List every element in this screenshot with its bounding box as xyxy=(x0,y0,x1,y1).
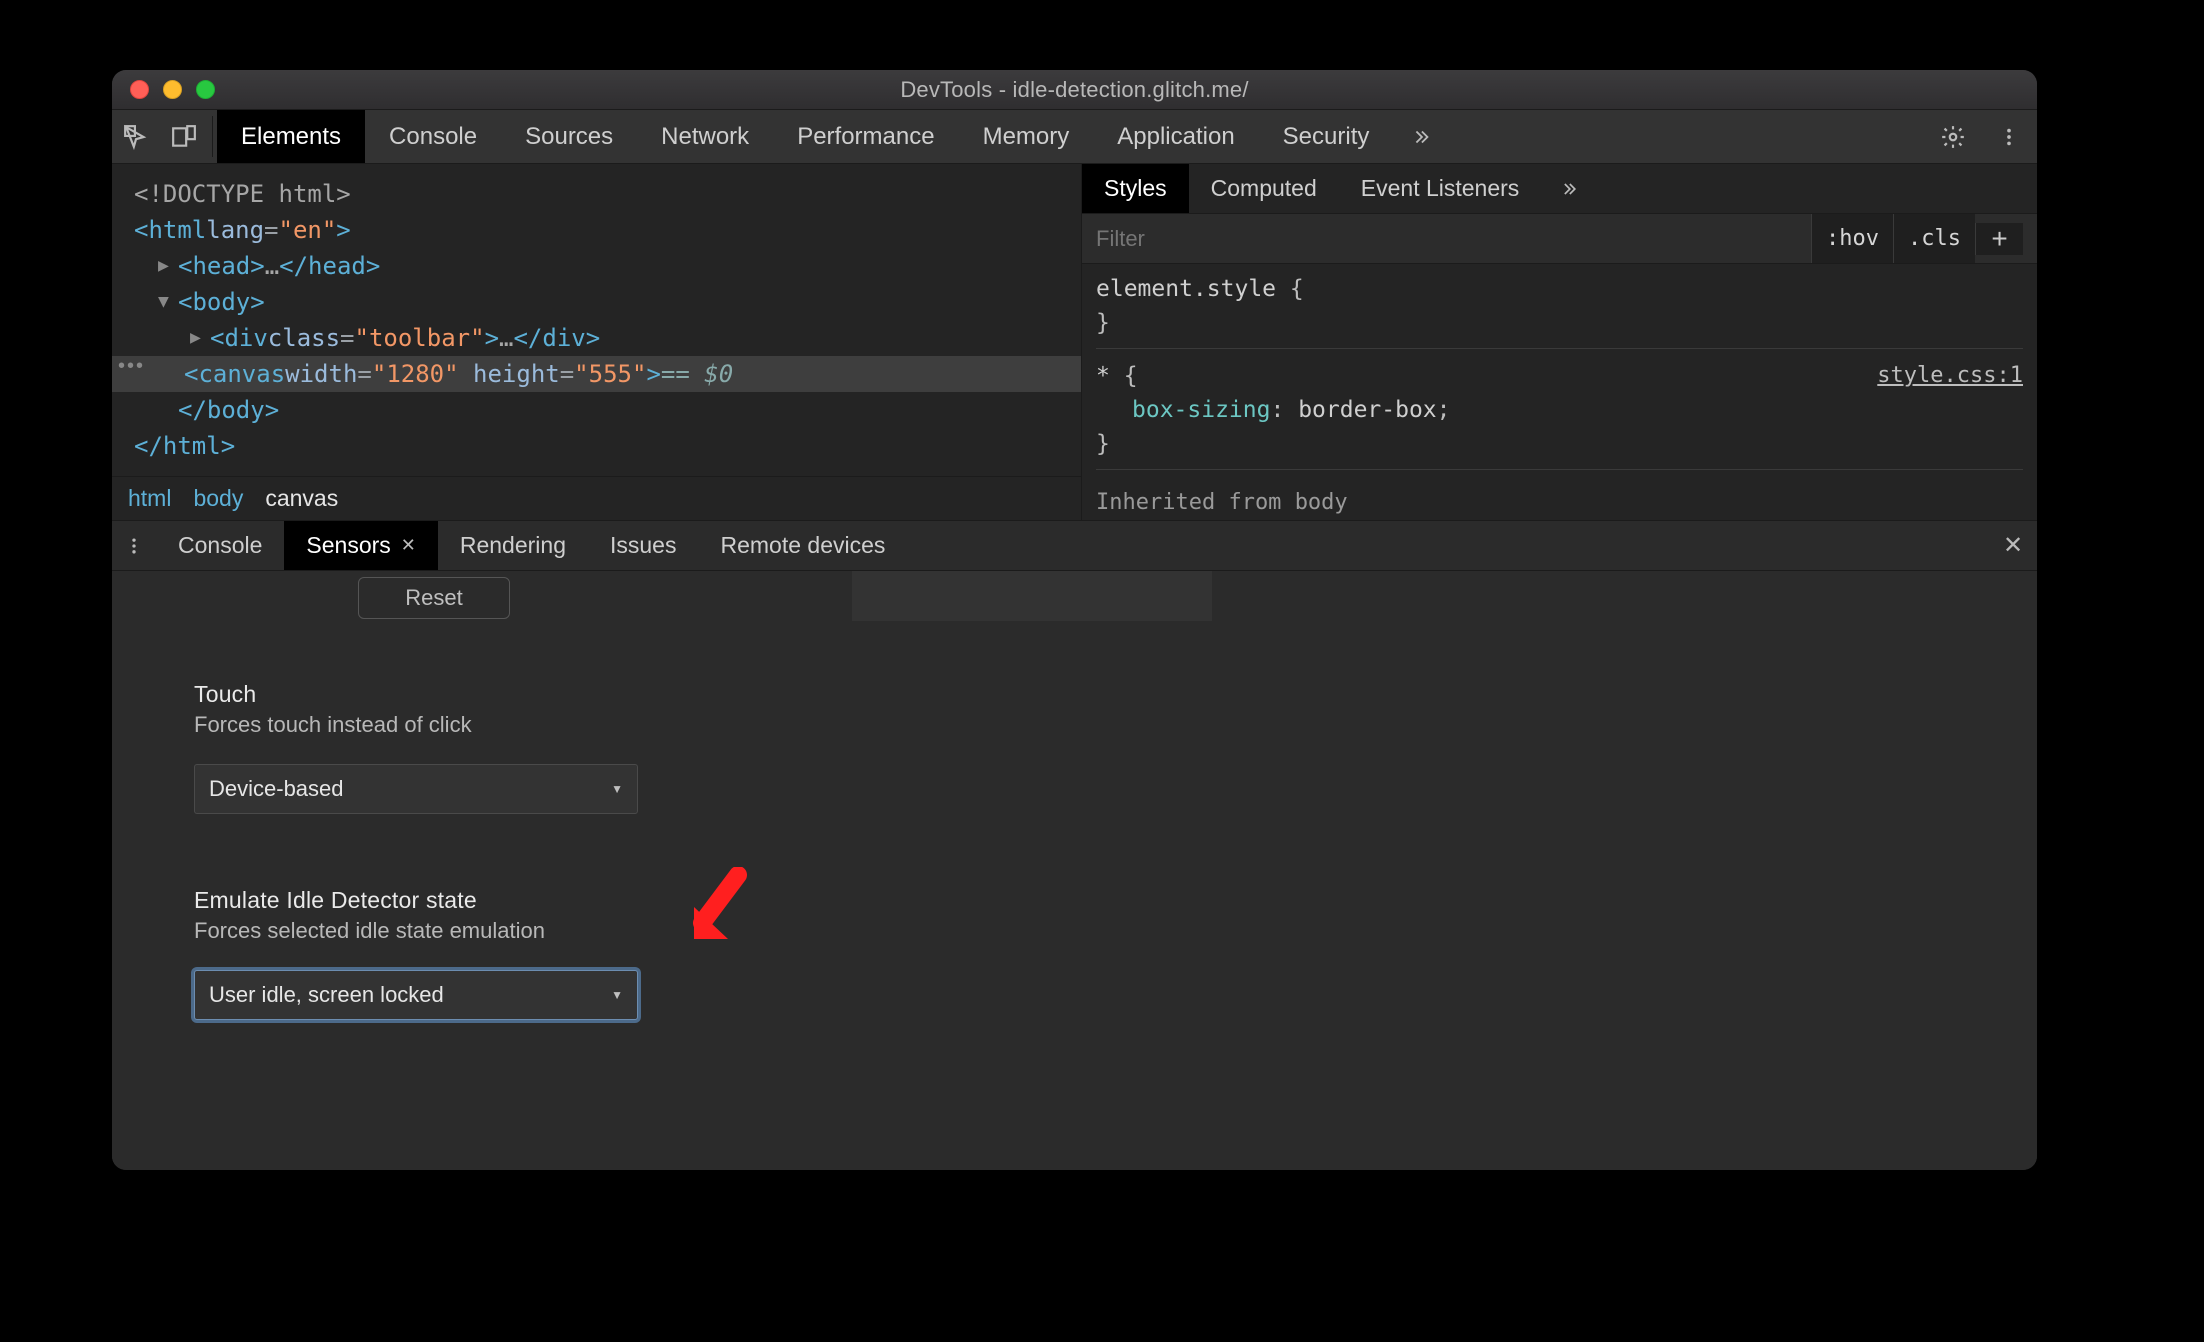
main-toolbar: Elements Console Sources Network Perform… xyxy=(112,110,2037,164)
idle-description: Forces selected idle state emulation xyxy=(194,918,638,944)
drawer-tab-sensors[interactable]: Sensors✕ xyxy=(284,521,437,570)
dom-tree-pane[interactable]: ••• <!DOCTYPE html> <html lang="en"> ▶<h… xyxy=(112,164,1082,520)
close-icon[interactable]: ✕ xyxy=(401,535,416,556)
dom-breadcrumbs: html body canvas xyxy=(112,476,1081,520)
window-titlebar: DevTools - idle-detection.glitch.me/ xyxy=(112,70,2037,110)
dom-body-open[interactable]: ▼<body> xyxy=(134,284,1071,320)
touch-select[interactable]: Device-based ▼ xyxy=(194,764,638,814)
row-overflow-dots-icon[interactable]: ••• xyxy=(118,355,145,378)
idle-state-select[interactable]: User idle, screen locked ▼ xyxy=(194,970,638,1020)
devtools-window: DevTools - idle-detection.glitch.me/ Ele… xyxy=(112,70,2037,1170)
device-mode-icon[interactable] xyxy=(160,110,208,163)
crumb-html[interactable]: html xyxy=(128,485,171,512)
settings-gear-icon[interactable] xyxy=(1925,110,1981,163)
dom-body-close[interactable]: </body> xyxy=(134,392,1071,428)
inherited-from-label: Inherited from body xyxy=(1096,480,2023,520)
styles-filter-input[interactable] xyxy=(1082,226,1811,252)
tab-console[interactable]: Console xyxy=(365,110,501,163)
new-style-rule-button[interactable]: + xyxy=(1975,223,2023,255)
sidebar-more-tabs-icon[interactable] xyxy=(1541,164,1597,213)
rule-element-style[interactable]: element.style { } xyxy=(1096,272,2023,349)
styles-filter-bar: :hov .cls + xyxy=(1082,214,2037,264)
idle-detector-section: Emulate Idle Detector state Forces selec… xyxy=(194,887,638,1020)
styles-pane: Styles Computed Event Listeners :hov .cl… xyxy=(1082,164,2037,520)
drawer-tabs: Console Sensors✕ Rendering Issues Remote… xyxy=(112,521,2037,571)
dom-head[interactable]: ▶<head>…</head> xyxy=(134,248,1071,284)
dom-div-toolbar[interactable]: ▶<div class="toolbar">…</div> xyxy=(134,320,1071,356)
annotation-arrow-icon xyxy=(688,867,748,945)
orientation-reset-button[interactable]: Reset xyxy=(358,577,510,619)
touch-section: Touch Forces touch instead of click Devi… xyxy=(194,681,638,814)
tab-sources[interactable]: Sources xyxy=(501,110,637,163)
crumb-body[interactable]: body xyxy=(193,485,243,512)
tab-application[interactable]: Application xyxy=(1093,110,1258,163)
chevron-down-icon: ▼ xyxy=(611,988,623,1002)
sidebar-tab-event-listeners[interactable]: Event Listeners xyxy=(1339,164,1542,213)
hov-toggle[interactable]: :hov xyxy=(1811,214,1893,263)
tab-network[interactable]: Network xyxy=(637,110,773,163)
tab-performance[interactable]: Performance xyxy=(773,110,958,163)
dom-canvas-selected[interactable]: <canvas width="1280" height="555"> == $0 xyxy=(112,356,1081,392)
dom-html-open[interactable]: <html lang="en"> xyxy=(134,212,1071,248)
sidebar-tab-styles[interactable]: Styles xyxy=(1082,164,1189,213)
more-tabs-icon[interactable] xyxy=(1393,110,1449,163)
dom-html-close[interactable]: </html> xyxy=(134,428,1071,464)
drawer-tab-issues[interactable]: Issues xyxy=(588,521,698,570)
dom-doctype[interactable]: <!DOCTYPE html> xyxy=(134,176,1071,212)
rule-universal[interactable]: style.css:1 * { box-sizing: border-box; … xyxy=(1096,359,2023,470)
disabled-field-placeholder xyxy=(852,571,1212,621)
style-rules[interactable]: element.style { } style.css:1 * { box-si… xyxy=(1082,264,2037,520)
drawer: Console Sensors✕ Rendering Issues Remote… xyxy=(112,520,2037,1170)
drawer-close-icon[interactable]: ✕ xyxy=(1989,521,2037,570)
tab-security[interactable]: Security xyxy=(1259,110,1394,163)
sensors-panel[interactable]: Reset Touch Forces touch instead of clic… xyxy=(112,571,2037,1170)
drawer-tab-rendering[interactable]: Rendering xyxy=(438,521,588,570)
idle-title: Emulate Idle Detector state xyxy=(194,887,638,914)
touch-title: Touch xyxy=(194,681,638,708)
touch-description: Forces touch instead of click xyxy=(194,712,638,738)
tab-elements[interactable]: Elements xyxy=(217,110,365,163)
main-menu-kebab-icon[interactable] xyxy=(1981,110,2037,163)
elements-panel: ••• <!DOCTYPE html> <html lang="en"> ▶<h… xyxy=(112,164,2037,520)
drawer-tab-console[interactable]: Console xyxy=(156,521,284,570)
cls-toggle[interactable]: .cls xyxy=(1893,214,1975,263)
rule-source-link[interactable]: style.css:1 xyxy=(1877,359,2023,393)
idle-select-value: User idle, screen locked xyxy=(209,982,444,1008)
inspect-element-icon[interactable] xyxy=(112,110,160,163)
sidebar-tab-computed[interactable]: Computed xyxy=(1189,164,1339,213)
styles-tabs: Styles Computed Event Listeners xyxy=(1082,164,2037,214)
window-title: DevTools - idle-detection.glitch.me/ xyxy=(112,77,2037,103)
drawer-tab-remote[interactable]: Remote devices xyxy=(698,521,907,570)
main-panel-tabs: Elements Console Sources Network Perform… xyxy=(217,110,1393,163)
drawer-menu-kebab-icon[interactable] xyxy=(112,521,156,570)
chevron-down-icon: ▼ xyxy=(611,782,623,796)
toolbar-divider xyxy=(212,116,213,157)
touch-select-value: Device-based xyxy=(209,776,344,802)
crumb-canvas[interactable]: canvas xyxy=(265,485,338,512)
dom-tree[interactable]: <!DOCTYPE html> <html lang="en"> ▶<head>… xyxy=(112,164,1081,476)
tab-memory[interactable]: Memory xyxy=(959,110,1094,163)
